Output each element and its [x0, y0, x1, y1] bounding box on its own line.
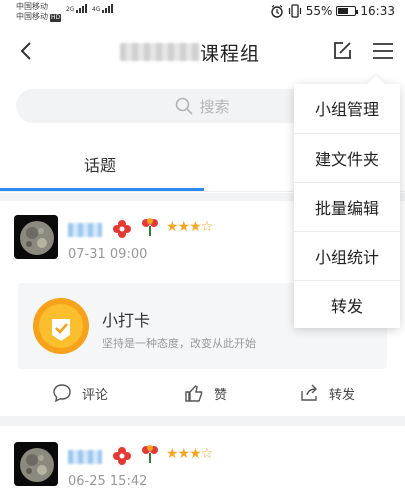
battery-percent: 55% — [305, 4, 333, 18]
edit-icon — [334, 42, 351, 59]
search-placeholder: 搜索 — [199, 97, 230, 116]
menu-item-forward[interactable]: 转发 — [294, 280, 400, 328]
like-button[interactable]: 赞 — [184, 383, 227, 403]
vibrate-icon — [288, 4, 301, 18]
checkin-title: 小打卡 — [102, 311, 151, 330]
header: 课程组 — [0, 24, 405, 80]
menu-item-group-manage[interactable]: 小组管理 — [294, 84, 400, 132]
page-title-text: 课程组 — [200, 42, 261, 65]
title-redacted — [120, 43, 200, 61]
back-button[interactable] — [12, 36, 42, 66]
share-icon — [301, 384, 317, 401]
signal-icon-2: 4G — [92, 4, 114, 13]
share-label: 转发 — [329, 387, 356, 403]
menu-button[interactable] — [370, 38, 396, 64]
alarm-icon — [271, 5, 283, 18]
signal-icon-1: 2G — [66, 4, 88, 13]
hamburger-icon — [373, 43, 393, 59]
sprout-badge-icon — [142, 218, 158, 236]
comment-label: 评论 — [82, 387, 109, 403]
post-card[interactable]: ★★★☆ 06-25 15:42 — [0, 426, 405, 499]
search-icon — [176, 97, 194, 115]
moon-avatar-image — [14, 215, 58, 259]
chevron-left-icon — [20, 42, 31, 60]
more-menu: 小组管理 建文件夹 批量编辑 小组统计 转发 — [294, 84, 400, 328]
status-bar: 中国移动 中国移动 HD 2G 4G 55% 16:33 — [0, 0, 405, 24]
compose-button[interactable] — [329, 38, 355, 64]
hd-badge: HD — [50, 14, 62, 22]
menu-item-batch-edit[interactable]: 批量编辑 — [294, 182, 400, 230]
page-title: 课程组 — [120, 40, 261, 65]
flower-badge-icon — [113, 447, 131, 465]
carrier-label-2: 中国移动 HD — [16, 12, 62, 22]
divider — [0, 416, 405, 426]
thumbs-up-icon — [185, 385, 203, 402]
post-time: 07-31 09:00 — [68, 247, 148, 262]
share-button[interactable]: 转发 — [299, 383, 355, 403]
comment-button[interactable]: 评论 — [52, 383, 108, 403]
tab-topics[interactable]: 话题 — [84, 152, 116, 176]
flower-badge-icon — [113, 220, 131, 238]
post-time: 06-25 15:42 — [68, 474, 148, 489]
avatar[interactable] — [14, 442, 58, 486]
battery-icon — [336, 6, 359, 16]
status-right: 55% 16:33 — [270, 4, 395, 18]
carrier-label-1: 中国移动 — [16, 2, 48, 11]
tab-underline — [0, 188, 204, 191]
sprout-badge-icon — [142, 445, 158, 463]
checkin-icon — [33, 298, 89, 354]
username-redacted[interactable] — [68, 450, 102, 464]
level-stars: ★★★☆ — [166, 446, 213, 462]
menu-item-new-folder[interactable]: 建文件夹 — [294, 133, 400, 181]
menu-item-group-stats[interactable]: 小组统计 — [294, 231, 400, 279]
comment-icon — [53, 384, 71, 403]
level-stars: ★★★☆ — [166, 219, 213, 235]
like-label: 赞 — [214, 387, 228, 403]
avatar[interactable] — [14, 215, 58, 259]
checkin-subtitle: 坚持是一种态度，改变从此开始 — [102, 337, 256, 350]
moon-avatar-image — [14, 442, 58, 486]
username-redacted[interactable] — [68, 223, 102, 237]
clock: 16:33 — [360, 4, 395, 18]
